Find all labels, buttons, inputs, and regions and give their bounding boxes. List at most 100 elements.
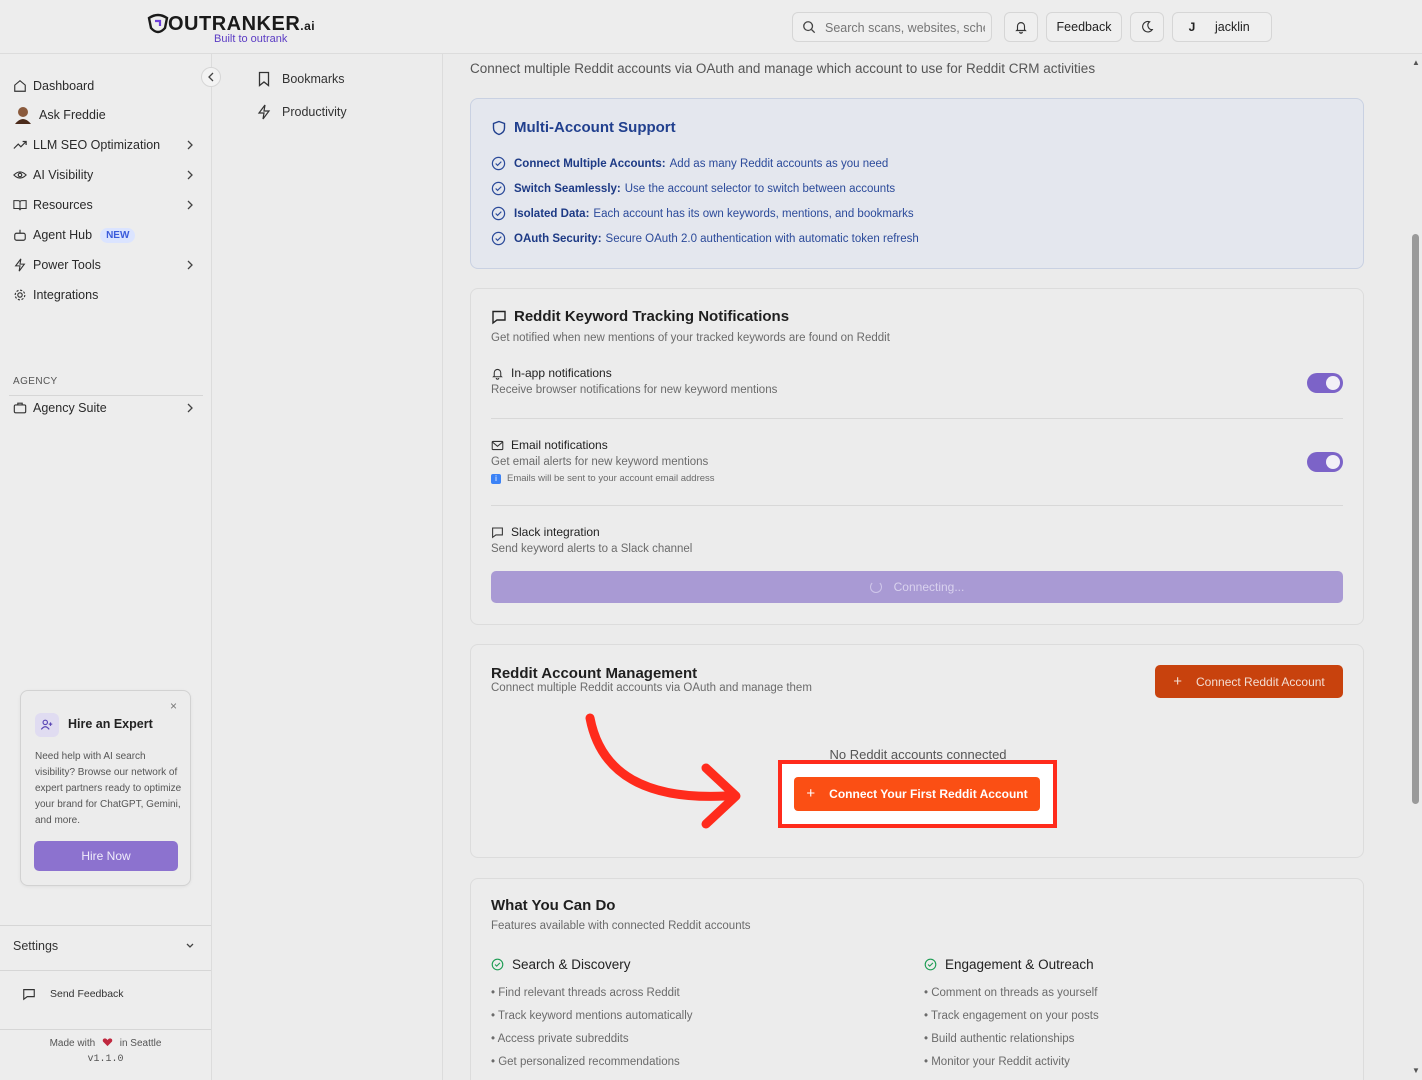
sidebar-item-llm-seo[interactable]: LLM SEO Optimization <box>13 134 199 156</box>
bell-icon <box>492 368 503 380</box>
zap-icon <box>14 258 26 272</box>
feature-row: Switch Seamlessly: Use the account select… <box>491 181 895 196</box>
sidebar-divider <box>0 970 211 971</box>
heart-icon <box>102 1038 113 1047</box>
top-header: OUTRANKER.ai Built to outrank Feedback J… <box>0 0 1422 54</box>
scroll-down-icon[interactable]: ▼ <box>1412 1066 1420 1075</box>
send-feedback-label: Send Feedback <box>50 988 124 1000</box>
inapp-notifications-toggle[interactable] <box>1307 373 1343 393</box>
sidebar-item-label: Power Tools <box>33 258 101 272</box>
subnav-item-label: Bookmarks <box>282 72 345 86</box>
what-you-can-do-subtitle: Features available with connected Reddit… <box>491 920 751 932</box>
bookmark-icon <box>258 71 270 87</box>
search-input[interactable] <box>825 18 985 38</box>
check-circle-icon <box>491 206 506 221</box>
scroll-up-icon[interactable]: ▲ <box>1412 58 1420 67</box>
settings-toggle[interactable]: Settings <box>13 939 199 953</box>
freddie-avatar-icon <box>15 107 31 124</box>
moon-icon <box>1142 20 1154 33</box>
sidebar-item-dashboard[interactable]: Dashboard <box>13 75 199 97</box>
briefcase-icon <box>13 402 27 414</box>
eye-icon <box>13 171 27 179</box>
hire-now-button[interactable]: Hire Now <box>34 841 178 871</box>
email-notifications-desc: Get email alerts for new keyword mention… <box>491 456 709 468</box>
theme-toggle-button[interactable] <box>1130 12 1164 42</box>
version-label: v1.1.0 <box>87 1054 124 1065</box>
account-management-title: Reddit Account Management <box>491 665 698 682</box>
promo-text: Need help with AI search visibility? Bro… <box>35 751 182 826</box>
feedback-button[interactable]: Feedback <box>1046 12 1122 42</box>
promo-title: Hire an Expert <box>68 717 153 731</box>
engagement-outreach-heading: Engagement & Outreach <box>924 957 1094 972</box>
sidebar-collapse-button[interactable] <box>201 67 221 87</box>
spinner-icon <box>869 581 882 593</box>
page-intro: Connect multiple Reddit accounts via OAu… <box>470 61 1096 76</box>
send-feedback-link[interactable]: Send Feedback <box>22 987 124 1001</box>
sidebar-item-resources[interactable]: Resources <box>13 194 199 216</box>
sidebar-divider <box>0 1029 211 1030</box>
email-notifications-toggle[interactable] <box>1307 452 1343 472</box>
feature-bullet: • Track engagement on your posts <box>924 1010 1099 1022</box>
sidebar-item-label: AI Visibility <box>33 168 94 182</box>
plus-icon: + <box>806 785 816 802</box>
chevron-down-icon <box>186 943 194 948</box>
close-icon[interactable]: × <box>170 700 180 712</box>
sidebar-item-agency-suite[interactable]: Agency Suite <box>13 397 199 419</box>
sidebar-item-power-tools[interactable]: Power Tools <box>13 254 199 276</box>
multi-account-title: Multi-Account Support <box>491 119 676 136</box>
multi-account-card: Multi-Account Support Connect Multiple A… <box>470 98 1364 269</box>
feature-bullet: • Track keyword mentions automatically <box>491 1010 693 1022</box>
sidebar-item-label: Integrations <box>33 288 99 302</box>
feature-bullet: • Access private subreddits <box>491 1033 629 1045</box>
notifications-subtitle: Get notified when new mentions of your t… <box>491 332 890 344</box>
outranker-logo[interactable]: OUTRANKER.ai Built to outrank <box>146 10 316 46</box>
cog-icon <box>14 289 26 301</box>
row-divider <box>491 505 1343 506</box>
sidebar-item-integrations[interactable]: Integrations <box>13 284 199 306</box>
chevron-right-icon <box>187 260 193 270</box>
user-name: jacklin <box>1215 20 1250 34</box>
sidebar-item-ask-freddie[interactable]: Ask Freddie <box>13 104 199 126</box>
inapp-notifications-title: In-app notifications <box>491 366 612 380</box>
subnav-item-label: Productivity <box>282 105 347 119</box>
subnav-item-bookmarks[interactable]: Bookmarks <box>256 69 345 89</box>
what-you-can-do-title: What You Can Do <box>491 897 616 914</box>
scrollbar-thumb[interactable] <box>1412 234 1419 804</box>
sidebar-item-label: Ask Freddie <box>39 108 106 122</box>
sidebar-item-ai-visibility[interactable]: AI Visibility <box>13 164 199 186</box>
email-notifications-note: i Emails will be sent to your account em… <box>491 473 715 484</box>
user-menu-button[interactable]: J jacklin <box>1172 12 1272 42</box>
sidebar-item-label: Resources <box>33 198 93 212</box>
toggle-knob <box>1326 455 1340 469</box>
email-notifications-title: Email notifications <box>491 438 608 452</box>
subnav-item-productivity[interactable]: Productivity <box>256 102 347 122</box>
sidebar-divider <box>0 925 211 926</box>
row-divider <box>491 418 1343 419</box>
connect-first-reddit-account-button[interactable]: + Connect Your First Reddit Account <box>794 777 1040 811</box>
hire-expert-card: Hire an Expert × Need help with AI searc… <box>20 690 191 886</box>
shield-icon <box>492 120 506 135</box>
logo-mark-icon <box>147 13 169 34</box>
slack-connect-button[interactable]: Connecting... <box>491 571 1343 603</box>
trend-icon <box>13 140 27 149</box>
feature-row: OAuth Security: Secure OAuth 2.0 authenti… <box>491 231 919 246</box>
feature-row: Connect Multiple Accounts: Add as many Re… <box>491 156 888 171</box>
notifications-button[interactable] <box>1004 12 1038 42</box>
sidebar-item-label: LLM SEO Optimization <box>33 138 161 152</box>
feature-bullet: • Build authentic relationships <box>924 1033 1075 1045</box>
book-icon <box>13 200 27 211</box>
feature-bullet: • Comment on threads as yourself <box>924 987 1098 999</box>
sidebar-divider <box>9 395 203 396</box>
check-circle-icon <box>491 181 506 196</box>
search-box[interactable] <box>792 12 992 42</box>
inapp-notifications-desc: Receive browser notifications for new ke… <box>491 384 778 396</box>
feature-row: Isolated Data: Each account has its own k… <box>491 206 914 221</box>
check-circle-icon <box>924 958 937 971</box>
bell-icon <box>1015 22 1027 34</box>
sidebar-item-label: Dashboard <box>33 79 95 93</box>
main-content: Connect multiple Reddit accounts via OAu… <box>444 54 1410 1080</box>
message-square-icon <box>492 310 506 324</box>
keyword-notifications-card: Reddit Keyword Tracking Notifications Ge… <box>470 288 1364 625</box>
connect-reddit-account-button[interactable]: + Connect Reddit Account <box>1155 665 1343 698</box>
sidebar-item-agent-hub[interactable]: Agent Hub NEW <box>13 224 199 246</box>
